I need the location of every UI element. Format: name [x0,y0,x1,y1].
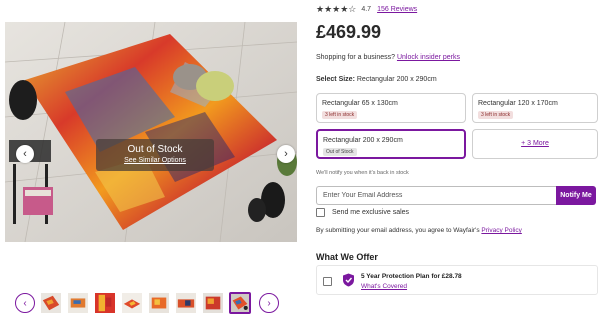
privacy-agreement: By submitting your email address, you ag… [316,227,522,234]
reviews-link[interactable]: 156 Reviews [377,6,417,13]
whats-covered-link[interactable]: What's Covered [361,283,407,290]
thumbnail-strip: ‹ › [15,291,279,315]
exclusive-sales-label: Send me exclusive sales [332,209,410,216]
size-option-120x170[interactable]: Rectangular 120 x 170cm 3 left in stock [472,93,598,123]
protection-plan-checkbox[interactable] [323,277,332,286]
protection-plan-card: 5 Year Protection Plan for £28.78 What's… [316,265,598,295]
stock-badge: 3 left in stock [478,111,514,119]
thumbnail-3[interactable] [94,292,116,314]
product-main-image[interactable]: ‹ › Out of Stock See Similar Options [5,22,297,242]
business-prompt: Shopping for a business? Unlock insider … [316,54,460,61]
chevron-right-icon: › [267,297,271,309]
notify-me-button[interactable]: Notify Me [556,186,596,205]
size-option-65x130[interactable]: Rectangular 65 x 130cm 3 left in stock [316,93,466,123]
size-option-200x290-selected[interactable]: Rectangular 200 x 290cm Out of Stock [316,129,466,159]
protection-plan-text: 5 Year Protection Plan for £28.78 [361,273,462,280]
star-rating-icon: ★★★★☆ [316,4,357,14]
privacy-agreement-text: By submitting your email address, you ag… [316,227,480,234]
thumbnail-5[interactable] [148,292,170,314]
selected-size-value: Rectangular 200 x 290cm [356,76,437,83]
chevron-left-icon: ‹ [23,297,27,309]
rating-value: 4.7 [361,6,372,13]
thumbnail-4[interactable] [121,292,143,314]
chevron-right-icon: › [284,148,288,160]
stock-badge: Out of Stock [323,148,357,156]
select-size-label: Select Size: [316,76,355,83]
thumbnail-next-button[interactable]: › [259,293,279,313]
out-of-stock-title: Out of Stock [127,144,183,155]
unlock-insider-perks-link[interactable]: Unlock insider perks [397,54,460,61]
thumbnail-6[interactable] [175,292,197,314]
privacy-policy-link[interactable]: Privacy Policy [481,227,521,234]
thumbnail-2[interactable] [67,292,89,314]
size-option-label: Rectangular 65 x 130cm [322,100,398,107]
out-of-stock-overlay: Out of Stock See Similar Options [96,139,214,171]
product-price: £469.99 [316,22,382,42]
exclusive-sales-checkbox[interactable] [316,208,325,217]
rating-row: ★★★★☆ 4.7 156 Reviews [316,4,417,15]
business-prompt-text: Shopping for a business? [316,54,395,61]
image-prev-button[interactable]: ‹ [16,145,34,163]
see-similar-options-link[interactable]: See Similar Options [96,157,214,164]
more-sizes-button[interactable]: + 3 More [472,129,598,159]
thumbnail-prev-button[interactable]: ‹ [15,293,35,313]
image-next-button[interactable]: › [277,145,295,163]
rug-photo [5,22,297,242]
thumbnail-8-selected[interactable] [229,292,251,314]
size-option-label: Rectangular 120 x 170cm [478,100,558,107]
thumbnail-1[interactable] [40,292,62,314]
thumbnail-7[interactable] [202,292,224,314]
more-sizes-link: + 3 More [521,140,549,147]
back-in-stock-note: We'll notify you when it's back in stock [316,170,409,176]
shield-icon [343,273,354,287]
email-input[interactable] [316,186,556,205]
select-size-heading: Select Size: Rectangular 200 x 290cm [316,76,437,83]
what-we-offer-heading: What We Offer [316,252,378,262]
chevron-left-icon: ‹ [23,148,27,160]
size-option-label: Rectangular 200 x 290cm [323,137,403,144]
exclusive-sales-row: Send me exclusive sales [316,208,409,217]
notify-form: Notify Me [316,186,596,205]
stock-badge: 3 left in stock [322,111,358,119]
